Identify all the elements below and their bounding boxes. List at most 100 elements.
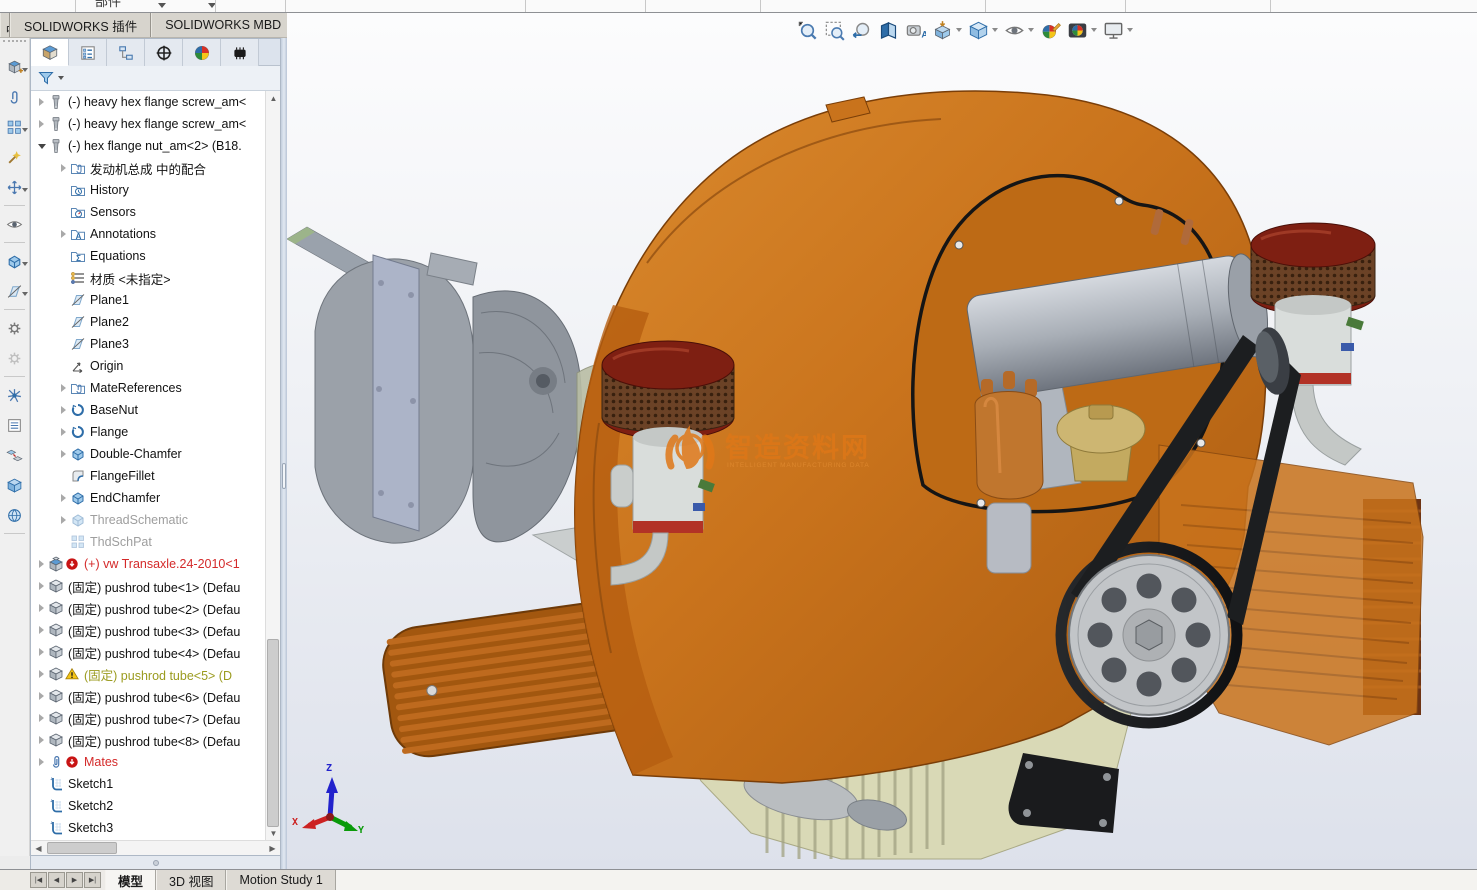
doc-tab-模型[interactable]: 模型 — [105, 870, 156, 890]
expand-arrow[interactable] — [57, 384, 70, 392]
nav-first-button[interactable]: |◀ — [30, 872, 47, 888]
tree-item[interactable]: (固定) pushrod tube<2> (Defau — [31, 597, 266, 619]
expand-arrow[interactable] — [57, 516, 70, 524]
exploded-view-button[interactable] — [0, 380, 28, 410]
expand-arrow[interactable] — [35, 736, 48, 744]
tree-item[interactable]: (-) hex flange nut_am<2> (B18. — [31, 135, 266, 157]
scroll-right-button[interactable]: ▶ — [265, 841, 280, 856]
interference-detection-button[interactable] — [0, 440, 28, 470]
nav-last-button[interactable]: ▶| — [84, 872, 101, 888]
expand-arrow[interactable] — [35, 98, 48, 106]
tree-item[interactable]: Double-Chamfer — [31, 443, 266, 465]
tree-item[interactable]: (固定) pushrod tube<7> (Defau — [31, 707, 266, 729]
dropdown-caret[interactable] — [1091, 28, 1097, 32]
tree-item[interactable]: ΣEquations — [31, 245, 266, 267]
tree-item[interactable]: (固定) pushrod tube<3> (Defau — [31, 619, 266, 641]
engine-model[interactable] — [287, 13, 1477, 869]
instant3d-button[interactable] — [0, 470, 28, 500]
update-assembly-button[interactable] — [0, 500, 28, 530]
tree-item[interactable]: ThreadSchematic — [31, 509, 266, 531]
simulation-button[interactable] — [0, 343, 28, 373]
tree-horizontal-scrollbar[interactable]: ◀ ▶ — [31, 840, 280, 855]
expand-arrow[interactable] — [35, 582, 48, 590]
panel-tab-dimxpertmanager[interactable] — [145, 39, 183, 66]
tree-item[interactable]: Mates — [31, 751, 266, 773]
tree-item[interactable]: Origin — [31, 355, 266, 377]
tree-item[interactable]: Sketch3 — [31, 817, 266, 839]
expand-arrow[interactable] — [57, 450, 70, 458]
expand-arrow[interactable] — [57, 164, 70, 172]
expand-arrow[interactable] — [35, 560, 48, 568]
nav-previous-button[interactable]: ◀ — [48, 872, 65, 888]
tree-item[interactable]: EndChamfer — [31, 487, 266, 509]
expand-arrow[interactable] — [35, 692, 48, 700]
expand-arrow[interactable] — [57, 230, 70, 238]
tree-item[interactable]: (固定) pushrod tube<5> (D — [31, 663, 266, 685]
display-style-button[interactable] — [966, 19, 1000, 42]
apply-scene-button[interactable] — [1065, 19, 1099, 42]
tree-item[interactable]: MateReferences — [31, 377, 266, 399]
panel-tab-propertymanager[interactable] — [69, 39, 107, 66]
expand-arrow[interactable] — [35, 758, 48, 766]
expand-arrow[interactable] — [57, 494, 70, 502]
expand-arrow[interactable] — [35, 144, 48, 149]
insert-components-button[interactable] — [0, 52, 28, 82]
tree-item[interactable]: History — [31, 179, 266, 201]
scroll-up-button[interactable]: ▲ — [266, 91, 281, 106]
reference-geometry-button[interactable] — [0, 276, 28, 306]
crank-pulley[interactable] — [1069, 555, 1229, 715]
new-motion-study-button[interactable] — [0, 313, 28, 343]
tree-item[interactable]: Sensors — [31, 201, 266, 223]
expand-arrow[interactable] — [35, 714, 48, 722]
mate-button[interactable] — [0, 82, 28, 112]
show-hidden-components-button[interactable] — [0, 209, 28, 239]
tree-item[interactable]: (固定) pushrod tube<6> (Defau — [31, 685, 266, 707]
view-orientation-button[interactable] — [930, 19, 964, 42]
panel-tab-configurationmanager[interactable] — [107, 39, 145, 66]
hscroll-thumb[interactable] — [47, 842, 117, 854]
graphics-area[interactable]: A 智造资料网 INTELLIGENT MANUFACTURING DATA — [287, 13, 1477, 869]
dropdown-caret[interactable] — [956, 28, 962, 32]
tab-SOLIDWORKS MBD[interactable]: SOLIDWORKS MBD — [151, 13, 295, 37]
tree-filter-bar[interactable] — [31, 66, 280, 91]
zoom-to-fit-button[interactable] — [795, 19, 820, 42]
dropdown-caret[interactable] — [22, 292, 28, 296]
tree-item[interactable]: (固定) pushrod tube<4> (Defau — [31, 641, 266, 663]
splitter-handle[interactable] — [282, 463, 286, 489]
section-view-button[interactable] — [876, 19, 901, 42]
dropdown-caret[interactable] — [22, 188, 28, 192]
tree-item[interactable]: Plane3 — [31, 333, 266, 355]
tree-item[interactable]: Plane1 — [31, 289, 266, 311]
air-cleaner-left[interactable] — [602, 341, 734, 439]
zoom-to-area-button[interactable] — [822, 19, 847, 42]
tree-item[interactable]: AAnnotations — [31, 223, 266, 245]
expand-arrow[interactable] — [35, 120, 48, 128]
tree-item[interactable]: (-) heavy hex flange screw_am< — [31, 113, 266, 135]
nav-next-button[interactable]: ▶ — [66, 872, 83, 888]
dropdown-caret[interactable] — [1028, 28, 1034, 32]
scroll-left-button[interactable]: ◀ — [31, 841, 46, 856]
tree-item[interactable]: 材质 <未指定> — [31, 267, 266, 289]
expand-arrow[interactable] — [35, 648, 48, 656]
bill-of-materials-button[interactable] — [0, 410, 28, 440]
expand-arrow[interactable] — [57, 428, 70, 436]
expand-arrow[interactable] — [57, 406, 70, 414]
linear-component-pattern-button[interactable] — [0, 112, 28, 142]
tree-item[interactable]: FlangeFillet — [31, 465, 266, 487]
smart-fasteners-button[interactable] — [0, 142, 28, 172]
tab-SOLIDWORKS 插件[interactable]: SOLIDWORKS 插件 — [10, 13, 151, 37]
tree-item[interactable]: Sketch1 — [31, 773, 266, 795]
expand-arrow[interactable] — [35, 670, 48, 678]
tree-item[interactable]: (-) heavy hex flange screw_am< — [31, 91, 266, 113]
panel-resize-strip[interactable] — [30, 856, 281, 869]
tree-vertical-scrollbar[interactable]: ▲ ▼ — [265, 91, 280, 841]
panel-tab-cam-manager[interactable] — [221, 39, 259, 66]
tree-item[interactable]: ThdSchPat — [31, 531, 266, 553]
panel-tab-displaymanager[interactable] — [183, 39, 221, 66]
tree-item[interactable]: Sketch2 — [31, 795, 266, 817]
dropdown-caret[interactable] — [1127, 28, 1133, 32]
expand-arrow[interactable] — [35, 604, 48, 612]
move-component-button[interactable] — [0, 172, 28, 202]
tree-item[interactable]: (+) vw Transaxle.24-2010<1 — [31, 553, 266, 575]
assembly-features-button[interactable] — [0, 246, 28, 276]
